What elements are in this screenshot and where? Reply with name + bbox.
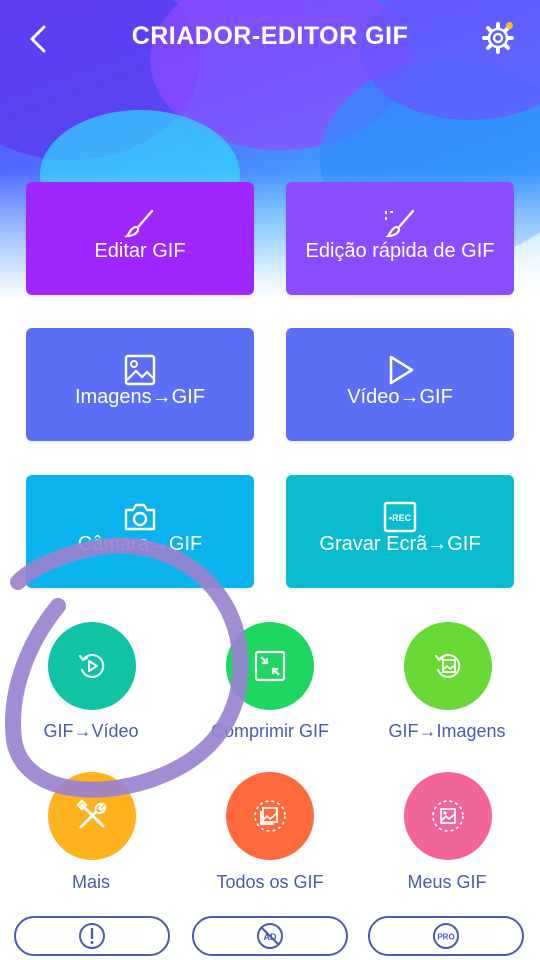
gif-to-video-label: GIF→Vídeo	[43, 721, 139, 741]
no-ads-icon: AD	[257, 923, 283, 949]
images-to-gif-button[interactable]: Imagens→GIF	[26, 328, 254, 441]
edit-gif-button[interactable]: Editar GIF	[26, 182, 254, 295]
compress-gif-button[interactable]	[226, 622, 314, 710]
quick-edit-gif-label: Edição rápida de GIF	[305, 240, 495, 262]
my-gifs-label: Meus GIF	[407, 872, 487, 892]
quick-brush-icon	[385, 209, 415, 238]
image-icon	[124, 354, 156, 386]
replay-image-icon	[435, 653, 461, 678]
rec-icon: •REC	[383, 501, 417, 533]
camera-to-gif-button[interactable]: Câmara→GIF	[26, 475, 254, 588]
rec-label: •REC	[389, 513, 412, 523]
more-label: Mais	[71, 872, 110, 892]
all-gifs-button[interactable]	[226, 772, 314, 860]
pro-icon: PRO	[433, 923, 459, 949]
video-to-gif-label: Vídeo→GIF	[347, 386, 453, 408]
info-button[interactable]	[14, 916, 170, 956]
gif-to-video-button[interactable]	[48, 622, 136, 710]
edit-gif-label: Editar GIF	[94, 240, 186, 262]
record-screen-to-gif-button[interactable]: •REC Gravar Ecrã→GIF	[286, 475, 514, 588]
compress-icon	[254, 650, 286, 682]
my-gifs-button[interactable]	[404, 772, 492, 860]
pro-button[interactable]: PRO	[368, 916, 524, 956]
camera-icon	[124, 503, 156, 531]
camera-to-gif-label: Câmara→GIF	[77, 533, 203, 555]
record-screen-label: Gravar Ecrã→GIF	[319, 533, 481, 555]
tools-icon	[76, 799, 107, 829]
top-bar: CRIADOR-EDITOR GIF	[0, 0, 540, 78]
image-frame-icon	[432, 800, 464, 832]
compress-gif-label: Comprimir GIF	[211, 721, 329, 741]
all-gifs-label: Todos os GIF	[216, 872, 324, 892]
video-to-gif-button[interactable]: Vídeo→GIF	[286, 328, 514, 441]
more-button[interactable]	[48, 772, 136, 860]
page-title: CRIADOR-EDITOR GIF	[131, 22, 409, 50]
replay-play-icon	[79, 653, 105, 678]
images-to-gif-label: Imagens→GIF	[74, 386, 206, 408]
remove-ads-button[interactable]: AD	[192, 916, 348, 956]
brush-icon	[124, 209, 154, 238]
gif-to-images-button[interactable]	[404, 622, 492, 710]
pro-label: PRO	[437, 933, 454, 942]
play-icon	[389, 355, 414, 385]
quick-edit-gif-button[interactable]: Edição rápida de GIF	[286, 182, 514, 295]
info-icon	[79, 923, 105, 949]
gallery-icon	[254, 800, 286, 832]
notification-dot	[506, 22, 513, 29]
gif-to-images-label: GIF→Imagens	[388, 721, 506, 741]
